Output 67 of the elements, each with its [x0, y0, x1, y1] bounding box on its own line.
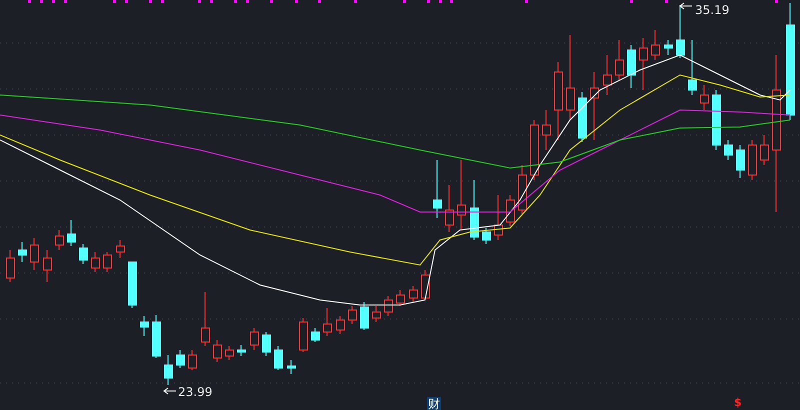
candlestick — [188, 350, 197, 370]
candlestick — [55, 230, 64, 250]
candlestick — [299, 318, 308, 352]
candlestick — [360, 302, 369, 330]
candlestick — [409, 286, 418, 302]
candlestick — [225, 346, 234, 360]
candlestick — [615, 40, 624, 80]
candlestick — [445, 184, 454, 232]
candlestick — [164, 354, 173, 386]
arrow-icon — [163, 388, 176, 394]
candlestick — [590, 72, 599, 140]
candlestick — [67, 220, 76, 246]
candlestick — [116, 240, 125, 258]
candlestick — [79, 244, 88, 264]
candlestick — [213, 340, 222, 362]
candlestick — [651, 30, 660, 60]
candlestick — [287, 360, 296, 374]
candlestick — [348, 306, 357, 324]
candlestick — [384, 296, 393, 316]
candlestick — [482, 228, 491, 244]
candlestick — [688, 40, 697, 96]
price-label: 23.99 — [178, 385, 212, 399]
candlestick — [152, 314, 161, 358]
candlestick — [421, 270, 430, 300]
candlestick — [494, 194, 503, 240]
candlestick — [712, 90, 721, 150]
candlestick — [433, 160, 442, 218]
candlestick — [274, 346, 283, 370]
dividend-marker[interactable]: $ — [734, 396, 742, 409]
candlestick — [396, 290, 405, 306]
candlestick — [18, 242, 27, 262]
candlestick — [91, 252, 100, 272]
candlestick — [748, 140, 757, 180]
candlestick — [311, 328, 320, 342]
candlestick — [664, 40, 673, 56]
candlestick — [262, 332, 271, 356]
candlestick — [578, 92, 587, 142]
price-label: 35.19 — [695, 3, 730, 17]
candlestick — [676, 4, 685, 58]
candlestick — [542, 110, 551, 150]
candlestick — [627, 44, 636, 88]
candlestick — [639, 38, 648, 90]
candlestick — [470, 180, 479, 240]
candlestick — [603, 54, 612, 96]
candlestick — [250, 328, 259, 350]
candlestick — [103, 252, 112, 272]
candlestick — [506, 194, 515, 226]
candlestick — [201, 292, 210, 346]
candlestick — [724, 140, 733, 160]
candlestick — [700, 84, 709, 110]
candlestick — [457, 160, 466, 230]
candlestick — [30, 238, 39, 270]
candlestick — [372, 306, 381, 322]
candlestick — [518, 164, 527, 214]
candlestick — [176, 350, 185, 368]
arrow-icon — [679, 2, 692, 10]
finance-badge[interactable]: 财 — [427, 397, 441, 410]
candlestick — [760, 134, 769, 166]
candlestick — [336, 316, 345, 334]
candlestick — [43, 250, 52, 282]
candlestick — [530, 120, 539, 180]
candlestick — [323, 308, 332, 336]
candlestick — [237, 344, 246, 356]
candlestick — [140, 316, 149, 336]
candlestick — [128, 262, 137, 308]
candlestick — [736, 144, 745, 178]
candlestick — [6, 250, 15, 282]
